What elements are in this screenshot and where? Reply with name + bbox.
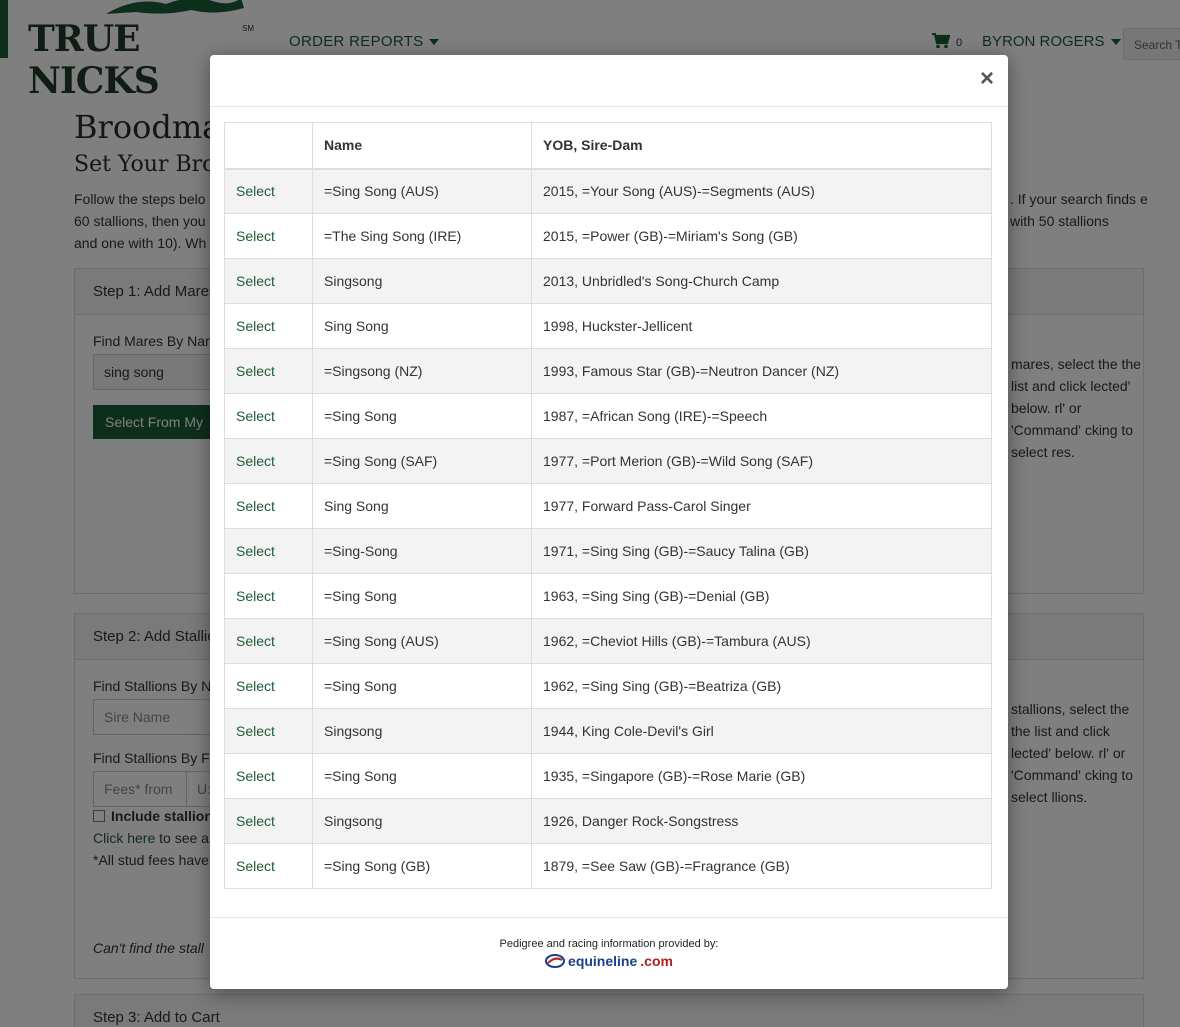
yob-sire-dam-cell: 1962, =Cheviot Hills (GB)-=Tambura (AUS) [531,618,992,664]
equineline-logo[interactable]: equineline .com [210,953,1008,969]
table-row: Select =Sing Song 1963, =Sing Sing (GB)-=D… [224,573,992,619]
table-row: Select Sing Song 1998, Huckster-Jellicent [224,303,992,349]
select-cell: Select [224,168,313,214]
horse-name-cell: Singsong [312,258,532,304]
select-link[interactable]: Select [236,858,275,874]
select-cell: Select [224,618,313,664]
select-cell: Select [224,708,313,754]
horse-name-cell: Singsong [312,708,532,754]
select-cell: Select [224,303,313,349]
table-row: Select Singsong 1944, King Cole-Devil's Gi… [224,708,992,754]
yob-sire-dam-cell: 1879, =See Saw (GB)-=Fragrance (GB) [531,843,992,889]
select-link[interactable]: Select [236,588,275,604]
select-link[interactable]: Select [236,228,275,244]
yob-sire-dam-cell: 1935, =Singapore (GB)-=Rose Marie (GB) [531,753,992,799]
close-icon[interactable]: × [980,67,994,91]
table-row: Select Singsong 2013, Unbridled's Song-Chu… [224,258,992,304]
select-link[interactable]: Select [236,183,275,199]
table-row: Select =Sing Song 1987, =African Song (IRE… [224,393,992,439]
equineline-name: equineline [568,953,638,969]
equineline-swoosh-icon [545,954,566,968]
select-link[interactable]: Select [236,453,275,469]
yob-sire-dam-cell: 1962, =Sing Sing (GB)-=Beatriza (GB) [531,663,992,709]
horse-name-cell: =Singsong (NZ) [312,348,532,394]
horse-name-cell: Sing Song [312,303,532,349]
horse-name-cell: =Sing Song [312,393,532,439]
horse-name-cell: =Sing Song [312,663,532,709]
table-row: Select =Sing-Song 1971, =Sing Sing (GB)-=S… [224,528,992,574]
select-cell: Select [224,663,313,709]
horse-name-cell: =Sing Song [312,573,532,619]
table-row: Select =Sing Song (AUS) 2015, =Your Song (… [224,168,992,214]
select-cell: Select [224,213,313,259]
yob-sire-dam-cell: 1944, King Cole-Devil's Girl [531,708,992,754]
yob-sire-dam-cell: 2015, =Power (GB)-=Miriam's Song (GB) [531,213,992,259]
column-header-yob: YOB, Sire-Dam [531,122,992,170]
select-cell: Select [224,483,313,529]
modal-body: Name YOB, Sire-Dam Select =Sing Song (AUS… [210,107,1008,889]
yob-sire-dam-cell: 1993, Famous Star (GB)-=Neutron Dancer (… [531,348,992,394]
select-cell: Select [224,753,313,799]
table-row: Select =Sing Song (GB) 1879, =See Saw (GB)… [224,843,992,889]
results-table: Name YOB, Sire-Dam Select =Sing Song (AUS… [224,122,992,889]
table-row: Select Singsong 1926, Danger Rock-Songstre… [224,798,992,844]
select-cell: Select [224,348,313,394]
yob-sire-dam-cell: 1977, =Port Merion (GB)-=Wild Song (SAF) [531,438,992,484]
horse-name-cell: =Sing Song (SAF) [312,438,532,484]
modal-footer: Pedigree and racing information provided… [210,917,1008,989]
select-cell: Select [224,438,313,484]
yob-sire-dam-cell: 1963, =Sing Sing (GB)-=Denial (GB) [531,573,992,619]
horse-name-cell: Singsong [312,798,532,844]
select-cell: Select [224,258,313,304]
table-row: Select =The Sing Song (IRE) 2015, =Power (… [224,213,992,259]
equineline-tld: .com [640,953,673,969]
yob-sire-dam-cell: 2015, =Your Song (AUS)-=Segments (AUS) [531,168,992,214]
modal-header: × [210,55,1008,107]
select-link[interactable]: Select [236,543,275,559]
yob-sire-dam-cell: 1971, =Sing Sing (GB)-=Saucy Talina (GB) [531,528,992,574]
select-cell: Select [224,528,313,574]
horse-name-cell: =Sing Song (AUS) [312,618,532,664]
select-link[interactable]: Select [236,723,275,739]
column-header-select [224,122,313,170]
select-cell: Select [224,573,313,619]
horse-name-cell: =Sing Song [312,753,532,799]
yob-sire-dam-cell: 1987, =African Song (IRE)-=Speech [531,393,992,439]
select-link[interactable]: Select [236,273,275,289]
horse-name-cell: =Sing-Song [312,528,532,574]
select-link[interactable]: Select [236,768,275,784]
horse-name-cell: =The Sing Song (IRE) [312,213,532,259]
select-cell: Select [224,393,313,439]
pedigree-credit-text: Pedigree and racing information provided… [499,938,719,950]
select-link[interactable]: Select [236,363,275,379]
select-link[interactable]: Select [236,498,275,514]
horse-name-cell: =Sing Song (AUS) [312,168,532,214]
select-link[interactable]: Select [236,318,275,334]
table-row: Select =Sing Song 1935, =Singapore (GB)-=R… [224,753,992,799]
select-link[interactable]: Select [236,813,275,829]
horse-name-cell: =Sing Song (GB) [312,843,532,889]
mare-search-results-modal: × Name YOB, Sire-Dam Select =Sing Song (A… [210,55,1008,989]
table-header-row: Name YOB, Sire-Dam [224,122,992,170]
yob-sire-dam-cell: 1977, Forward Pass-Carol Singer [531,483,992,529]
select-link[interactable]: Select [236,633,275,649]
select-cell: Select [224,843,313,889]
column-header-name: Name [312,122,532,170]
table-row: Select =Sing Song (SAF) 1977, =Port Merion… [224,438,992,484]
yob-sire-dam-cell: 2013, Unbridled's Song-Church Camp [531,258,992,304]
yob-sire-dam-cell: 1998, Huckster-Jellicent [531,303,992,349]
table-row: Select =Sing Song 1962, =Sing Sing (GB)-=B… [224,663,992,709]
table-row: Select Sing Song 1977, Forward Pass-Carol … [224,483,992,529]
results-table-body: Select =Sing Song (AUS) 2015, =Your Song (… [224,168,992,889]
yob-sire-dam-cell: 1926, Danger Rock-Songstress [531,798,992,844]
horse-name-cell: Sing Song [312,483,532,529]
select-cell: Select [224,798,313,844]
select-link[interactable]: Select [236,408,275,424]
table-row: Select =Singsong (NZ) 1993, Famous Star (G… [224,348,992,394]
table-row: Select =Sing Song (AUS) 1962, =Cheviot Hil… [224,618,992,664]
select-link[interactable]: Select [236,678,275,694]
